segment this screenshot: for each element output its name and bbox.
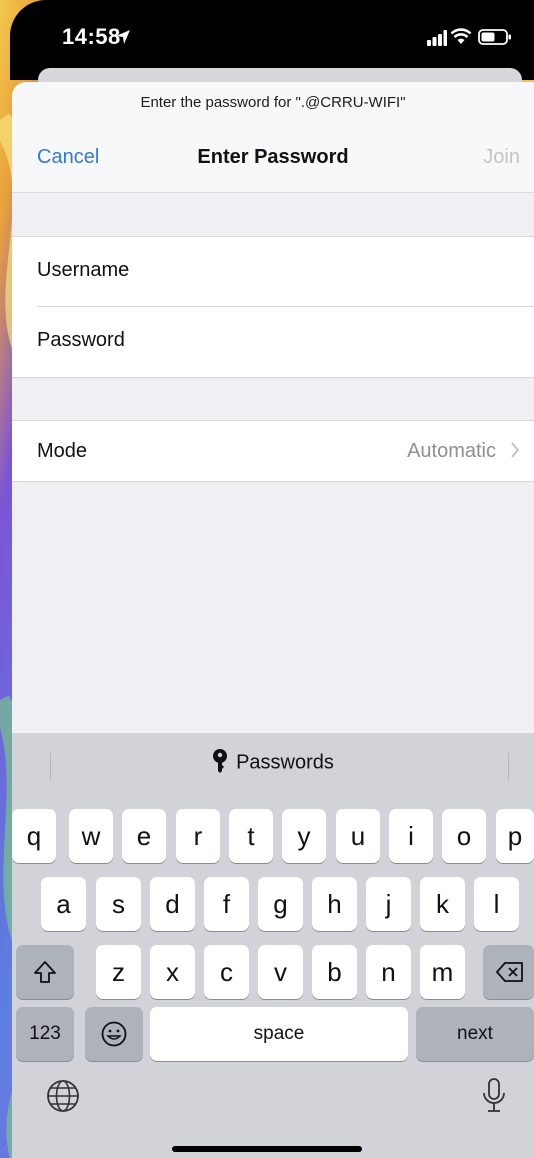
signal-icon xyxy=(427,30,447,46)
key-e[interactable]: e xyxy=(122,809,166,863)
key-s[interactable]: s xyxy=(96,877,141,931)
numbers-key[interactable]: 123 xyxy=(16,1007,74,1061)
key-n[interactable]: n xyxy=(366,945,411,999)
password-field[interactable]: Password xyxy=(12,307,534,377)
join-button[interactable]: Join xyxy=(483,146,520,169)
key-c[interactable]: c xyxy=(204,945,249,999)
key-u[interactable]: u xyxy=(336,809,380,863)
key-k[interactable]: k xyxy=(420,877,465,931)
space-key[interactable]: space xyxy=(150,1007,408,1061)
key-v[interactable]: v xyxy=(258,945,303,999)
microphone-icon[interactable] xyxy=(482,1077,506,1115)
key-w[interactable]: w xyxy=(69,809,113,863)
key-q[interactable]: q xyxy=(12,809,56,863)
key-l[interactable]: l xyxy=(474,877,519,931)
password-sheet: Enter the password for ".@CRRU-WIFI" Can… xyxy=(12,82,534,1158)
key-z[interactable]: z xyxy=(96,945,141,999)
mode-group: Mode Automatic xyxy=(12,420,534,482)
key-p[interactable]: p xyxy=(496,809,534,863)
key-a[interactable]: a xyxy=(41,877,86,931)
page-title: Enter Password xyxy=(197,146,349,168)
status-time: 14:58 xyxy=(62,24,121,49)
delete-key[interactable] xyxy=(483,945,534,999)
location-arrow-icon xyxy=(116,30,130,44)
passwords-label: Passwords xyxy=(236,751,334,774)
key-o[interactable]: o xyxy=(442,809,486,863)
mode-row[interactable]: Mode Automatic xyxy=(12,421,534,481)
next-key[interactable]: next xyxy=(416,1007,534,1061)
key-icon xyxy=(213,749,228,773)
key-t[interactable]: t xyxy=(229,809,273,863)
passwords-suggestion[interactable]: Passwords xyxy=(12,749,534,775)
home-indicator[interactable] xyxy=(172,1146,362,1152)
key-m[interactable]: m xyxy=(420,945,465,999)
mode-label: Mode xyxy=(37,440,88,462)
password-label: Password xyxy=(37,329,125,351)
mode-value: Automatic xyxy=(407,440,496,462)
key-h[interactable]: h xyxy=(312,877,357,931)
shift-key[interactable] xyxy=(16,945,74,999)
emoji-key[interactable] xyxy=(85,1007,143,1061)
username-field[interactable]: Username xyxy=(12,237,534,307)
quicktype-bar: Passwords xyxy=(12,733,534,793)
username-label: Username xyxy=(37,259,130,281)
delete-icon xyxy=(496,962,523,982)
emoji-icon xyxy=(101,1021,127,1047)
key-j[interactable]: j xyxy=(366,877,411,931)
chevron-right-icon xyxy=(511,442,520,458)
nav-bar: Enter the password for ".@CRRU-WIFI" Can… xyxy=(12,82,534,193)
key-x[interactable]: x xyxy=(150,945,195,999)
key-y[interactable]: y xyxy=(282,809,326,863)
wifi-prompt: Enter the password for ".@CRRU-WIFI" xyxy=(140,94,406,111)
wifi-icon xyxy=(450,28,472,44)
key-r[interactable]: r xyxy=(176,809,220,863)
battery-icon xyxy=(478,29,511,45)
shift-icon xyxy=(34,961,56,983)
key-f[interactable]: f xyxy=(204,877,249,931)
key-d[interactable]: d xyxy=(150,877,195,931)
key-b[interactable]: b xyxy=(312,945,357,999)
key-i[interactable]: i xyxy=(389,809,433,863)
divider xyxy=(508,753,509,781)
keyboard: Passwords q w e r t y u i o p a s d f g … xyxy=(12,733,534,1158)
key-g[interactable]: g xyxy=(258,877,303,931)
credentials-group: Username Password xyxy=(12,236,534,378)
globe-icon[interactable] xyxy=(46,1079,80,1113)
